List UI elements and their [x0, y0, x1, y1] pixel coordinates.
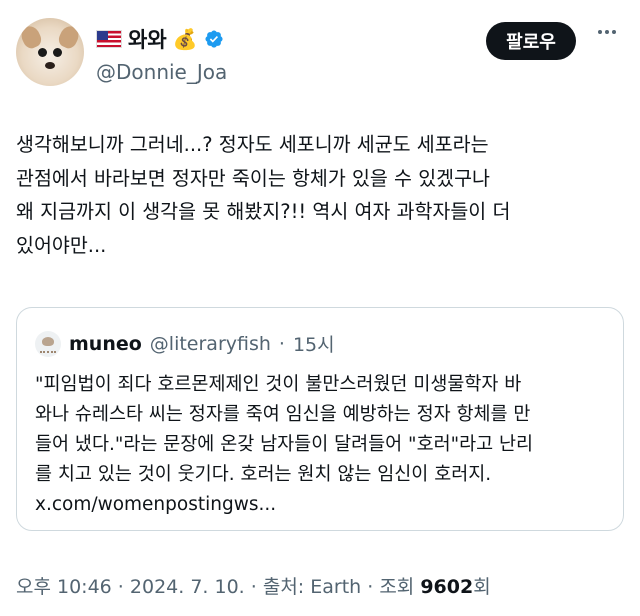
quoted-tweet-time[interactable]: 15시	[293, 330, 335, 357]
verified-badge-icon	[205, 30, 223, 48]
quoted-author-name[interactable]: muneo	[69, 333, 142, 355]
quoted-author-avatar[interactable]	[35, 330, 61, 357]
quoted-tweet[interactable]: muneo @literaryfish · 15시 "피임법이 죄다 호르몬제제…	[16, 307, 624, 531]
separator-dot: ·	[111, 576, 130, 598]
follow-button[interactable]: 팔로우	[486, 22, 576, 60]
avatar-nose	[45, 62, 55, 69]
quoted-author-handle[interactable]: @literaryfish	[150, 333, 271, 355]
tweet-date[interactable]: 2024. 7. 10.	[130, 576, 245, 598]
avatar-ear-right	[56, 23, 82, 51]
views-suffix: 회	[473, 576, 491, 598]
views-label: 조회	[379, 576, 421, 598]
author-name[interactable]: 와와	[128, 24, 167, 54]
avatar-eye-right	[53, 48, 62, 57]
separator-dot: ·	[244, 576, 263, 598]
tweet-source: 출처: Earth	[262, 576, 362, 598]
author-avatar[interactable]	[16, 18, 84, 86]
us-flag-icon	[96, 30, 122, 48]
quoted-tweet-text: "피임법이 죄다 호르몬제제인 것이 불만스러웠던 미생물학자 바 와나 슈레스…	[35, 374, 534, 515]
separator-dot: ·	[361, 576, 380, 598]
avatar-ear-left	[18, 23, 44, 51]
quoted-tweet-header: muneo @literaryfish · 15시	[35, 330, 335, 357]
separator-dot: ·	[278, 332, 285, 355]
author-name-row: 와와 💰	[96, 24, 224, 54]
avatar-eye-left	[38, 48, 47, 57]
author-handle[interactable]: @Donnie_Joa	[96, 60, 227, 84]
views-count: 9602	[420, 576, 474, 598]
more-options-icon[interactable]	[598, 30, 616, 34]
money-bag-icon: 💰	[172, 27, 198, 51]
tweet-time[interactable]: 오후 10:46	[16, 576, 112, 598]
tweet-text: 생각해보니까 그러네...? 정자도 세포니까 세균도 세포라는 관점에서 바라…	[16, 133, 511, 257]
tweet-meta: 오후 10:46 · 2024. 7. 10. · 출처: Earth · 조회…	[16, 572, 491, 599]
